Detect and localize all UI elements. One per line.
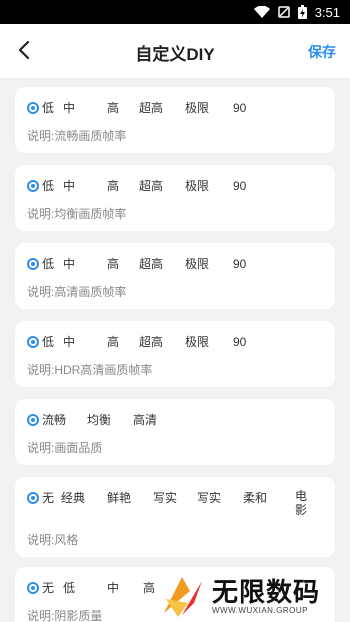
brand-logo-icon [164,577,202,617]
option-item[interactable]: 超高 [139,177,163,195]
option-item[interactable]: 90 [233,333,246,351]
option-group: 低中 高 超高 极限 90 [27,177,323,199]
option-item[interactable]: 高 [143,579,155,597]
setting-card: 无经典 鲜艳 写实 写实 柔和 电影说明:风格 [15,477,335,557]
option-selected[interactable]: 低 [27,255,54,273]
option-selected[interactable]: 低 [27,99,54,117]
option-item[interactable]: 高清 [133,411,157,429]
wifi-icon [253,6,270,18]
radio-selected-icon[interactable] [27,336,39,348]
option-item[interactable]: 90 [233,255,246,273]
setting-card: 低中 高 超高 极限 90 说明:流畅画质帧率 [15,87,335,153]
option-item[interactable]: 写实 [153,489,177,507]
option-item[interactable]: 90 [233,177,246,195]
watermark-brand: 无限数码 [212,576,321,607]
option-selected[interactable]: 低 [27,333,54,351]
option-item[interactable]: 低 [63,579,75,597]
radio-selected-icon[interactable] [27,582,39,594]
option-item[interactable]: 极限 [185,333,209,351]
option-item[interactable]: 中 [63,99,75,117]
option-item[interactable]: 中 [63,333,75,351]
option-group: 低中 高 超高 极限 90 [27,333,323,355]
setting-description: 说明:高清画质帧率 [27,285,127,299]
option-item[interactable]: 中 [63,177,75,195]
option-item[interactable]: 高 [107,99,119,117]
setting-description: 说明:流畅画质帧率 [27,129,127,143]
option-label: 流畅 [42,413,67,427]
option-item[interactable]: 超高 [139,99,163,117]
radio-selected-icon[interactable] [27,180,39,192]
option-item[interactable]: 柔和 [243,489,267,507]
option-item[interactable]: 超高 [139,255,163,273]
radio-selected-icon[interactable] [27,258,39,270]
option-item[interactable]: 90 [233,99,246,117]
watermark-url: WWW.WUXIAN.GROUP [212,605,308,615]
option-group: 无经典 鲜艳 写实 写实 柔和 电影 [27,489,323,517]
option-item[interactable]: 高 [107,177,119,195]
option-item[interactable]: 超高 [139,333,163,351]
status-bar: 3:51 [0,0,350,24]
option-label: 低 [42,179,55,193]
setting-card: 流畅 均衡 高清说明:画面品质 [15,399,335,465]
setting-card: 低中 高 超高 极限 90 说明:HDR高清画质帧率 [15,321,335,387]
option-item[interactable]: 中 [107,579,119,597]
settings-list: 低中高超高 极限 90 说明:流畅画质帧率低中高超高 极限 90 说明:均衡画质帧率低中高超… [0,78,350,622]
setting-card: 低中 高 超高 极限 90 说明:高清画质帧率 [15,243,335,309]
setting-description: 说明:画面品质 [27,441,103,455]
setting-description: 说明:阴影质量 [27,609,103,622]
option-label: 低 [42,335,55,349]
battery-charging-icon [297,5,307,19]
option-item[interactable]: 中 [63,255,75,273]
option-selected[interactable]: 低 [27,177,54,195]
option-label: 无 [42,491,55,505]
page-title: 自定义DIY [135,45,215,64]
watermark: 无限数码 WWW.WUXIAN.GROUP [160,570,350,622]
option-selected[interactable]: 流畅 [27,411,66,429]
option-selected[interactable]: 无 [27,489,54,507]
setting-card: 低中 高 超高 极限 90 说明:均衡画质帧率 [15,165,335,231]
save-button[interactable]: 保存 [308,42,336,62]
option-label: 无 [42,581,55,595]
radio-selected-icon[interactable] [27,102,39,114]
option-item[interactable]: 经典 [61,489,85,507]
option-item[interactable]: 均衡 [87,411,111,429]
option-item[interactable]: 电影 [295,489,309,517]
option-item[interactable]: 极限 [185,99,209,117]
option-label: 低 [42,101,55,115]
option-label: 低 [42,257,55,271]
setting-description: 说明:均衡画质帧率 [27,207,127,221]
app-header: 自定义DIY 保存 [0,24,350,78]
option-item[interactable]: 极限 [185,255,209,273]
setting-description: 说明:HDR高清画质帧率 [27,363,153,377]
option-selected[interactable]: 无 [27,579,54,597]
radio-selected-icon[interactable] [27,492,39,504]
option-item[interactable]: 鲜艳 [107,489,131,507]
setting-description: 说明:风格 [27,533,79,547]
clock: 3:51 [314,4,340,20]
option-item[interactable]: 高 [107,255,119,273]
option-group: 低中 高 超高 极限 90 [27,255,323,277]
option-item[interactable]: 写实 [197,489,221,507]
option-group: 低中 高 超高 极限 90 [27,99,323,121]
option-item[interactable]: 高 [107,333,119,351]
radio-selected-icon[interactable] [27,414,39,426]
no-sim-icon [277,6,290,18]
option-item[interactable]: 极限 [185,177,209,195]
option-group: 流畅 均衡 高清 [27,411,323,433]
